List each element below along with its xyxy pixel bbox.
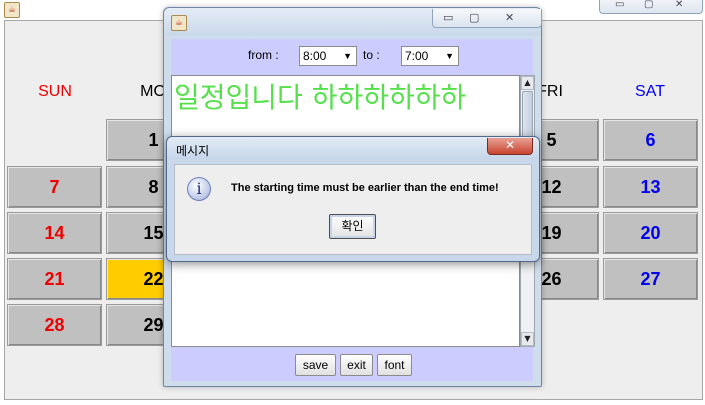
date-cell-27[interactable]: 27 <box>603 258 698 300</box>
close-icon[interactable]: ✕ <box>487 138 533 155</box>
dialog-title: 메시지 <box>176 144 210 158</box>
message-dialog: 메시지 ✕ i The starting time must be earlie… <box>166 136 540 262</box>
schedule-text: 일정입니다 하하하하하하 <box>174 81 467 114</box>
java-icon: ☕ <box>4 2 20 18</box>
date-cell-28[interactable]: 28 <box>7 304 102 346</box>
day-header-sat: SAT <box>635 83 665 100</box>
day-header-sun: SUN <box>38 83 72 100</box>
to-time-value: 7:00 <box>405 49 429 63</box>
save-button[interactable]: save <box>295 354 336 376</box>
date-cell-6[interactable]: 6 <box>603 119 698 161</box>
scroll-down-icon[interactable]: ▼ <box>521 332 534 346</box>
scroll-up-icon[interactable]: ▲ <box>521 76 534 90</box>
java-icon: ☕ <box>171 15 187 31</box>
window-controls: ▭ ▢ ✕ <box>599 0 703 14</box>
date-cell-7[interactable]: 7 <box>7 166 102 208</box>
ok-button[interactable]: 확인 <box>329 214 376 239</box>
chevron-down-icon: ▼ <box>343 51 352 61</box>
date-cell-21[interactable]: 21 <box>7 258 102 300</box>
maximize-icon[interactable]: ▢ <box>644 0 653 10</box>
dialog-titlebar: 메시지 ✕ <box>167 137 539 159</box>
close-icon[interactable]: ✕ <box>675 0 683 10</box>
minimize-icon[interactable]: ▭ <box>443 11 453 24</box>
to-label: to : <box>363 48 380 62</box>
chevron-down-icon: ▼ <box>445 51 454 61</box>
exit-button[interactable]: exit <box>340 354 373 376</box>
dialog-body: i The starting time must be earlier than… <box>174 164 532 255</box>
date-cell-13[interactable]: 13 <box>603 166 698 208</box>
to-time-select[interactable]: 7:00 ▼ <box>401 46 459 66</box>
info-icon: i <box>187 177 211 201</box>
date-cell-14[interactable]: 14 <box>7 212 102 254</box>
from-time-select[interactable]: 8:00 ▼ <box>299 46 357 66</box>
dialog-message: The starting time must be earlier than t… <box>231 182 499 194</box>
from-time-value: 8:00 <box>303 49 327 63</box>
window-controls: ▭ ▢ ✕ <box>432 9 542 28</box>
font-button[interactable]: font <box>377 354 412 376</box>
date-cell-20[interactable]: 20 <box>603 212 698 254</box>
minimize-icon[interactable]: ▭ <box>615 0 624 10</box>
schedule-titlebar: ☕ ▭ ▢ ✕ <box>164 8 542 36</box>
from-label: from : <box>248 48 279 62</box>
maximize-icon[interactable]: ▢ <box>469 11 479 24</box>
close-icon[interactable]: ✕ <box>505 11 514 24</box>
